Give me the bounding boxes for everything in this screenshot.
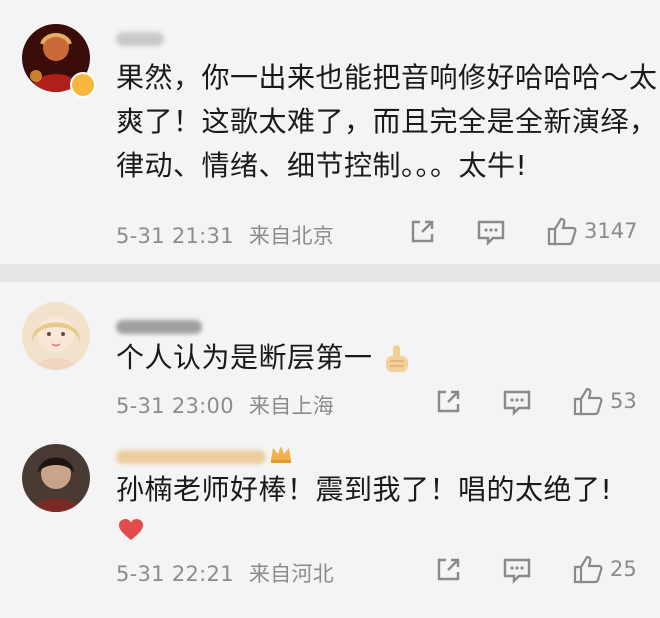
thumbs-up-icon — [547, 217, 577, 246]
comment-text-line: 个人认为是断层第一 — [116, 341, 373, 374]
avatar[interactable] — [22, 444, 90, 512]
share-button[interactable] — [434, 388, 462, 416]
share-icon — [437, 558, 460, 581]
like-button[interactable]: 3147 — [546, 216, 637, 246]
share-icon — [411, 220, 434, 243]
username-blurred[interactable] — [116, 320, 202, 334]
username-blurred[interactable] — [116, 32, 164, 46]
avatar[interactable] — [22, 302, 90, 370]
share-button[interactable] — [434, 556, 462, 584]
reply-button[interactable] — [476, 218, 506, 246]
comment-text: 果然，你一出来也能把音响修好哈哈哈～太 爽了！这歌太难了，而且完全是全新演绎， … — [116, 56, 658, 188]
comment-icon — [503, 390, 531, 416]
comment-time: 5-31 21:31 — [116, 224, 234, 248]
comment-card-3: 孙楠老师好棒！震到我了！唱的太绝了! 5-31 22:21 来自河北 25 — [0, 432, 660, 618]
comment-location: 来自河北 — [248, 562, 335, 586]
comment-time: 5-31 23:00 — [116, 394, 234, 418]
comment-text-line: 爽了！这歌太难了，而且完全是全新演绎， — [116, 105, 658, 138]
crown-icon — [271, 446, 291, 463]
comment-text: 孙楠老师好棒！震到我了！唱的太绝了! — [116, 468, 612, 512]
comment-card-2: 个人认为是断层第一 5-31 23:00 来自上海 53 — [0, 282, 660, 432]
comment-text: 个人认为是断层第一 — [116, 336, 412, 380]
comment-icon — [503, 558, 531, 584]
comment-location: 来自北京 — [248, 224, 335, 248]
pointing-up-emoji-icon — [385, 345, 408, 372]
comment-text-line: 孙楠老师好棒！震到我了！唱的太绝了! — [116, 473, 613, 506]
comment-location: 来自上海 — [248, 394, 335, 418]
like-button[interactable]: 25 — [572, 554, 637, 584]
like-count: 3147 — [584, 219, 638, 243]
comment-meta: 5-31 21:31 来自北京 — [116, 220, 334, 250]
reply-button[interactable] — [502, 388, 532, 416]
comment-time: 5-31 22:21 — [116, 562, 234, 586]
avatar-image — [22, 444, 90, 512]
share-icon — [437, 390, 460, 413]
comment-meta: 5-31 23:00 来自上海 — [116, 390, 334, 420]
like-button[interactable]: 53 — [572, 386, 637, 416]
reply-button[interactable] — [502, 556, 532, 584]
like-count: 53 — [610, 389, 637, 413]
share-button[interactable] — [408, 218, 436, 246]
comment-text-line: 律动、情绪、细节控制。。。太牛! — [116, 149, 528, 182]
thumbs-up-icon — [573, 555, 603, 584]
like-count: 25 — [610, 557, 637, 581]
comment-card-1: 果然，你一出来也能把音响修好哈哈哈～太 爽了！这歌太难了，而且完全是全新演绎， … — [0, 0, 660, 264]
username-blurred[interactable] — [116, 450, 266, 464]
heart-emoji-icon — [119, 519, 143, 540]
comment-icon — [477, 220, 505, 246]
comment-text-line: 果然，你一出来也能把音响修好哈哈哈～太 — [116, 61, 658, 94]
comment-meta: 5-31 22:21 来自河北 — [116, 558, 334, 588]
section-divider — [0, 264, 660, 282]
thumbs-up-icon — [573, 387, 603, 416]
verified-badge-icon — [70, 72, 96, 98]
avatar-image — [22, 302, 90, 370]
